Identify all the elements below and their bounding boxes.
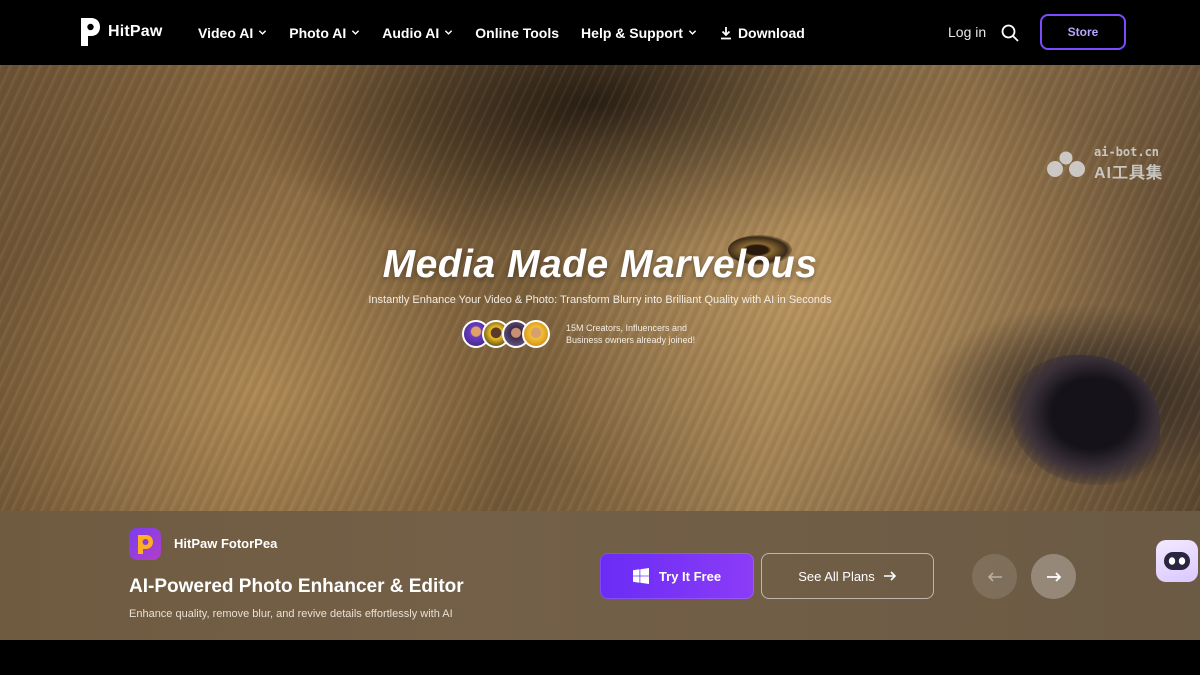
creators-line-1: 15M Creators, Influencers and: [566, 323, 688, 333]
menu-audio-ai[interactable]: Audio AI: [382, 25, 453, 41]
robot-icon: [1164, 552, 1190, 570]
hero-subtitle: Instantly Enhance Your Video & Photo: Tr…: [368, 294, 832, 306]
menu-download[interactable]: Download: [719, 25, 805, 41]
see-all-plans-button[interactable]: See All Plans: [761, 553, 934, 599]
menu-help-support[interactable]: Help & Support: [581, 25, 697, 41]
watermark-title: AI工具集: [1094, 165, 1164, 182]
avatar-group: [462, 320, 550, 348]
search-icon[interactable]: [1000, 23, 1020, 43]
logo-text: HitPaw: [108, 23, 163, 40]
product-description: Enhance quality, remove blur, and revive…: [129, 608, 453, 620]
menu-video-ai[interactable]: Video AI: [198, 25, 267, 41]
login-link[interactable]: Log in: [948, 24, 986, 40]
windows-icon: [632, 568, 649, 584]
menu-download-label: Download: [737, 24, 805, 41]
try-it-free-label: Try It Free: [658, 568, 722, 584]
chevron-down-icon: [259, 30, 267, 35]
product-name: HitPaw FotorPea: [174, 536, 278, 551]
menu-photo-ai-label: Photo AI: [289, 24, 347, 41]
store-button[interactable]: Store: [1040, 14, 1126, 50]
hero-title: Media Made Marvelous: [382, 243, 818, 286]
chevron-down-icon: [352, 30, 360, 35]
watermark-logo-icon: [1047, 151, 1085, 177]
avatar: [522, 320, 550, 348]
try-it-free-button[interactable]: Try It Free: [600, 553, 754, 599]
product-bar: HitPaw FotorPea AI-Powered Photo Enhance…: [0, 511, 1200, 640]
watermark-domain: ai-bot.cn: [1094, 145, 1160, 159]
arrow-left-icon: [987, 571, 1002, 582]
chevron-down-icon: [445, 30, 453, 35]
arrow-right-icon: [1046, 571, 1061, 582]
product-title: AI-Powered Photo Enhancer & Editor: [129, 576, 464, 597]
download-icon: [720, 26, 731, 39]
page-footer-edge: [0, 640, 1200, 675]
menu-online-tools[interactable]: Online Tools: [475, 25, 559, 41]
watermark: ai-bot.cn AI工具集: [1044, 145, 1163, 183]
menu-online-tools-label: Online Tools: [475, 24, 560, 41]
main-menu: Video AI Photo AI Audio AI Online Tools …: [198, 0, 827, 65]
menu-audio-ai-label: Audio AI: [382, 24, 440, 41]
hitpaw-logo-icon: [81, 18, 100, 46]
creators-line-2: Business owners already joined!: [566, 335, 696, 345]
menu-help-support-label: Help & Support: [581, 24, 683, 41]
fotorpea-logo-icon: [138, 535, 153, 554]
top-nav: HitPaw Video AI Photo AI Audio AI Online…: [0, 0, 1200, 65]
carousel-next-button[interactable]: [1031, 554, 1076, 599]
see-all-plans-label: See All Plans: [798, 568, 875, 584]
menu-video-ai-label: Video AI: [198, 24, 254, 41]
hitpaw-logo[interactable]: HitPaw: [78, 16, 163, 48]
arrow-right-icon: [883, 571, 896, 581]
menu-photo-ai[interactable]: Photo AI: [289, 25, 360, 41]
hero-banner: ai-bot.cn AI工具集 Media Made Marvelous Ins…: [0, 65, 1200, 511]
chat-assistant-button[interactable]: [1156, 540, 1198, 582]
fotorpea-app-icon: [129, 528, 161, 560]
creators-text: 15M Creators, Influencers and Business o…: [566, 322, 695, 346]
creators-badge: 15M Creators, Influencers and Business o…: [462, 320, 695, 348]
chevron-down-icon: [688, 30, 697, 35]
carousel-prev-button[interactable]: [972, 554, 1017, 599]
